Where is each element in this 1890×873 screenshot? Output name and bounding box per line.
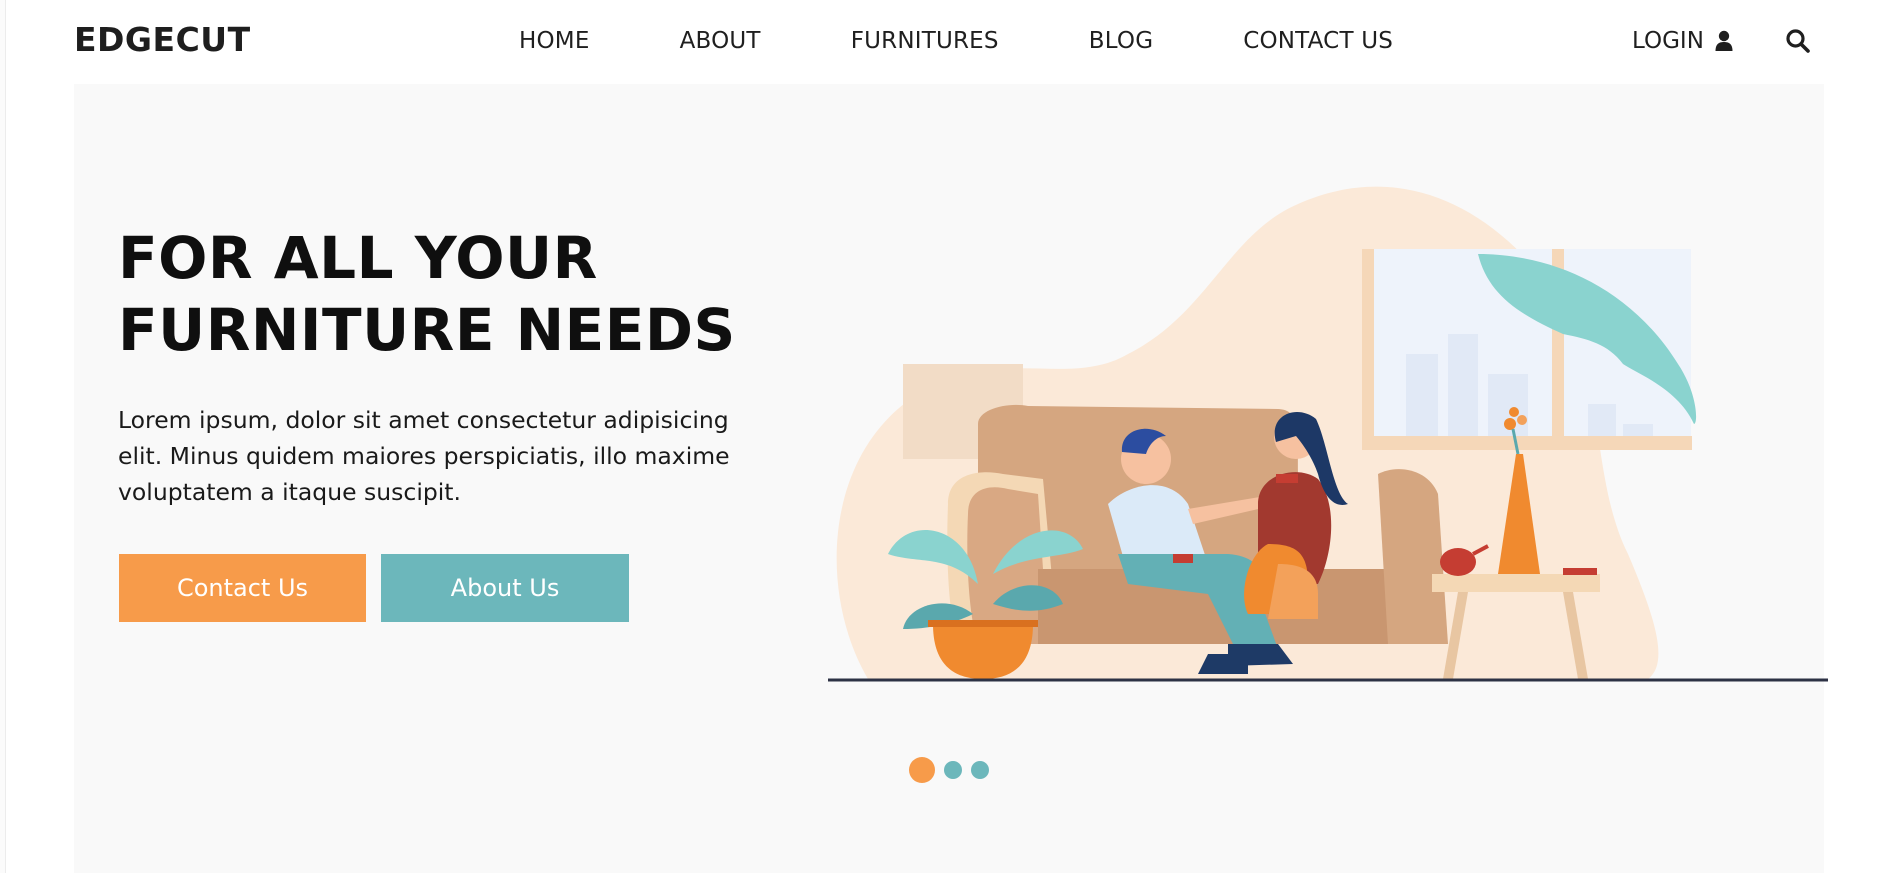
site-header: EDGECUT HOME ABOUT FURNITURES BLOG CONTA… — [0, 0, 1890, 84]
nav-home[interactable]: HOME — [519, 26, 590, 56]
about-us-button[interactable]: About Us — [381, 554, 629, 622]
hero-title: FOR ALL YOUR FURNITURE NEEDS — [118, 224, 736, 364]
nav-blog[interactable]: BLOG — [1089, 26, 1154, 56]
page-left-edge — [0, 0, 6, 873]
nav-about[interactable]: ABOUT — [680, 26, 761, 56]
nav-furnitures[interactable]: FURNITURES — [851, 26, 999, 56]
slider-dot-3[interactable] — [971, 761, 989, 779]
hero-section: FOR ALL YOUR FURNITURE NEEDS Lorem ipsum… — [74, 84, 1828, 873]
contact-us-button[interactable]: Contact Us — [119, 554, 366, 622]
hero-description: Lorem ipsum, dolor sit amet consectetur … — [118, 406, 730, 506]
search-icon[interactable] — [1785, 28, 1811, 54]
login-link[interactable]: LOGIN — [1632, 26, 1734, 56]
user-icon — [1714, 30, 1734, 52]
slider-dots — [909, 757, 998, 783]
main-nav: HOME ABOUT FURNITURES BLOG CONTACT US — [519, 26, 1393, 56]
nav-contact-us[interactable]: CONTACT US — [1243, 26, 1393, 56]
brand-logo[interactable]: EDGECUT — [74, 20, 251, 59]
slider-dot-2[interactable] — [944, 761, 962, 779]
slider-dot-1[interactable] — [909, 757, 935, 783]
hero-illustration — [828, 174, 1834, 684]
login-label: LOGIN — [1632, 28, 1704, 54]
